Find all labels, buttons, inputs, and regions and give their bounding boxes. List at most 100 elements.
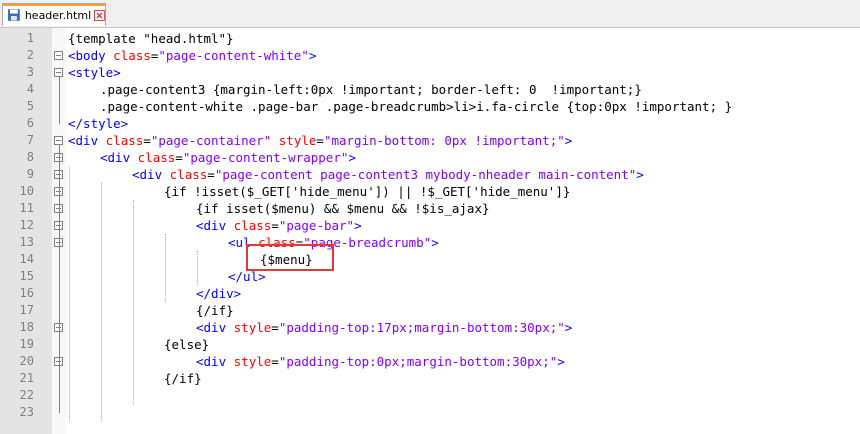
code-text: <div class="page-content-wrapper"> (100, 149, 356, 166)
code-line[interactable]: 16 </div> (0, 285, 860, 302)
line-number: 12 (19, 218, 34, 232)
fold-toggle-icon[interactable] (54, 51, 63, 60)
code-token: "page-container" (150, 133, 272, 148)
code-editor[interactable]: 1 {template "head.html"} 2 <body class="pag… (0, 28, 860, 434)
code-text: <div class="page-container" style="margi… (68, 132, 572, 149)
code-token: > (348, 150, 356, 165)
code-token: = (271, 354, 279, 369)
code-token: "padding-top:0px;margin-bottom:30px;" (278, 354, 558, 369)
code-token: <style> (68, 65, 121, 80)
code-line[interactable]: 22 (0, 387, 860, 404)
code-token: "page-content-white" (158, 48, 309, 63)
code-text: {template "head.html"} (68, 30, 234, 47)
code-token: {else} (164, 337, 210, 352)
line-number: 6 (26, 116, 34, 130)
code-line[interactable]: 15 </ul> (0, 268, 860, 285)
code-text: {if isset($menu) && $menu && !$is_ajax} (196, 200, 490, 217)
code-line[interactable]: 5 .page-content-white .page-bar .page-bre… (0, 98, 860, 115)
code-text: .page-content3 {margin-left:0px !importa… (100, 81, 642, 98)
code-token: <body (68, 48, 106, 63)
code-token: > (354, 218, 362, 233)
code-line[interactable]: 17 {/if} (0, 302, 860, 319)
line-number: 5 (26, 99, 34, 113)
code-token: = (207, 167, 215, 182)
line-number: 21 (19, 371, 34, 385)
code-line[interactable]: 6 </style> (0, 115, 860, 132)
code-token: "page-content page-content3 mybody-nhead… (214, 167, 637, 182)
indent-guide (165, 234, 166, 302)
line-number: 20 (19, 354, 34, 368)
code-token: class (105, 133, 144, 148)
line-number: 4 (26, 82, 34, 96)
indent-guide (133, 200, 134, 404)
code-token: <div (132, 167, 163, 182)
code-token: style (278, 133, 317, 148)
code-line[interactable]: 7 <div class="page-container" style="marg… (0, 132, 860, 149)
tab-bar: header.html (0, 0, 860, 28)
code-text: <body class="page-content-white"> (68, 47, 316, 64)
code-line[interactable]: 1 {template "head.html"} (0, 30, 860, 47)
code-text: {else} (164, 336, 209, 353)
code-text: <div class="page-bar"> (196, 217, 362, 234)
code-line[interactable]: 8 <div class="page-content-wrapper"> (0, 149, 860, 166)
line-number: 10 (19, 184, 34, 198)
code-token: {if !isset($_GET['hide_menu']) || !$_GET… (164, 184, 571, 199)
code-token: </style> (68, 116, 129, 131)
code-line[interactable]: 4 .page-content3 {margin-left:0px !import… (0, 81, 860, 98)
code-token: = (271, 320, 279, 335)
code-text: <div style="padding-top:17px;margin-bott… (196, 319, 572, 336)
code-text: {if !isset($_GET['hide_menu']) || !$_GET… (164, 183, 570, 200)
code-line[interactable]: 9 <div class="page-content page-content3 … (0, 166, 860, 183)
code-line[interactable]: 19 {else} (0, 336, 860, 353)
line-number: 2 (26, 48, 34, 62)
line-number: 11 (19, 201, 34, 215)
line-number: 3 (26, 65, 34, 79)
fold-toggle-icon[interactable] (54, 136, 63, 145)
code-line[interactable]: 12 <div class="page-bar"> (0, 217, 860, 234)
code-line[interactable]: 3 <style> (0, 64, 860, 81)
code-line[interactable]: 10 {if !isset($_GET['hide_menu']) || !$_G… (0, 183, 860, 200)
fold-connector (59, 145, 60, 413)
code-line[interactable]: 18 <div style="padding-top:17px;margin-bo… (0, 319, 860, 336)
code-token: "padding-top:17px;margin-bottom:30px;" (278, 320, 565, 335)
code-token: style (233, 320, 272, 335)
line-number: 7 (26, 133, 34, 147)
code-text: <div style="padding-top:0px;margin-botto… (196, 353, 565, 370)
indent-guide (197, 251, 198, 285)
code-text: </style> (68, 115, 128, 132)
code-token: {/if} (196, 303, 234, 318)
code-line[interactable]: 13 <ul class="page-breadcrumb"> (0, 234, 860, 251)
code-token: </div> (196, 286, 242, 301)
code-line[interactable]: 20 <div style="padding-top:0px;margin-bot… (0, 353, 860, 370)
code-token: > (564, 320, 573, 335)
code-line[interactable]: 14 {$menu} (0, 251, 860, 268)
code-token: > (557, 354, 565, 369)
code-text: .page-content-white .page-bar .page-brea… (100, 98, 732, 115)
code-token: = (316, 133, 324, 148)
fold-toggle-icon[interactable] (54, 68, 63, 77)
indent-guide (101, 183, 102, 421)
code-line[interactable]: 23 (0, 404, 860, 421)
code-token: style (233, 354, 272, 369)
fold-connector (59, 247, 60, 277)
line-number: 23 (19, 405, 34, 419)
code-line[interactable]: 11 {if isset($menu) && $menu && !$is_ajax… (0, 200, 860, 217)
code-token: {if isset($menu) && $menu && !$is_ajax} (196, 201, 490, 216)
tab-header-html[interactable]: header.html (2, 3, 106, 26)
close-icon[interactable] (94, 9, 105, 21)
line-number: 9 (26, 167, 34, 181)
tab-active-indicator (3, 4, 105, 6)
indent-guide (69, 166, 70, 421)
code-line[interactable]: 21 {/if} (0, 370, 860, 387)
code-token: class (137, 150, 176, 165)
line-number: 22 (19, 388, 34, 402)
code-text: {/if} (196, 302, 234, 319)
code-line[interactable]: 2 <body class="page-content-white"> (0, 47, 860, 64)
code-token: } (226, 31, 234, 46)
code-token: class (233, 218, 272, 233)
